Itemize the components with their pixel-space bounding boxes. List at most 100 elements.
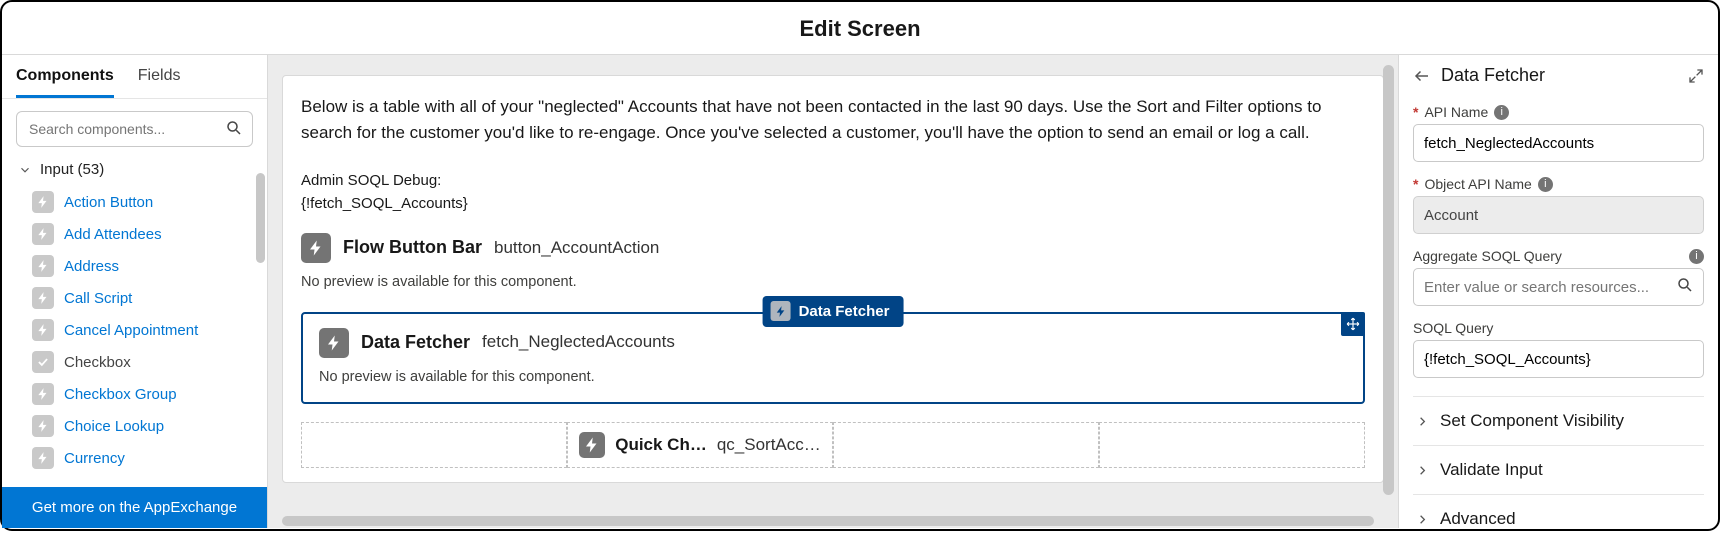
- bolt-icon: [32, 287, 54, 309]
- bolt-icon: [32, 383, 54, 405]
- list-item[interactable]: Address: [2, 250, 267, 282]
- api-name-input[interactable]: [1413, 124, 1704, 162]
- accordion-label: Advanced: [1440, 509, 1516, 529]
- move-handle-icon[interactable]: [1341, 312, 1365, 336]
- no-preview-text: No preview is available for this compone…: [319, 366, 1347, 388]
- list-item[interactable]: Checkbox: [2, 346, 267, 378]
- quick-choice-row: Quick Ch… qc_SortAcc…: [301, 422, 1365, 468]
- info-icon[interactable]: i: [1689, 249, 1704, 264]
- list-item-label: Checkbox Group: [64, 386, 177, 403]
- dropzone[interactable]: [833, 422, 1099, 468]
- bolt-icon: [32, 447, 54, 469]
- dropzone[interactable]: [301, 422, 567, 468]
- accordion: Set Component Visibility Validate Input …: [1413, 396, 1704, 543]
- scrollbar-track: [1383, 65, 1394, 518]
- soql-query-field: SOQL Query: [1413, 320, 1704, 378]
- field-label: Aggregate SOQL Query: [1413, 248, 1562, 264]
- list-item[interactable]: Checkbox Group: [2, 378, 267, 410]
- search-icon: [1676, 276, 1694, 294]
- quick-choice-cell[interactable]: Quick Ch… qc_SortAcc…: [567, 422, 833, 468]
- bolt-icon: [32, 255, 54, 277]
- selection-pill: Data Fetcher: [763, 296, 904, 327]
- list-item-label: Address: [64, 258, 119, 275]
- right-header: Data Fetcher: [1413, 65, 1704, 86]
- component-title: Quick Ch…: [615, 432, 707, 458]
- list-item-label: Choice Lookup: [64, 418, 164, 435]
- bolt-icon: [32, 191, 54, 213]
- component-list: Action Button Add Attendees Address Call…: [2, 184, 267, 487]
- description-card[interactable]: Below is a table with all of your "negle…: [282, 75, 1384, 483]
- canvas: Below is a table with all of your "negle…: [268, 55, 1398, 528]
- field-label: SOQL Query: [1413, 320, 1493, 336]
- accordion-label: Validate Input: [1440, 460, 1543, 480]
- component-instance: fetch_NeglectedAccounts: [482, 329, 675, 355]
- debug-value: {!fetch_SOQL_Accounts}: [301, 192, 1365, 215]
- flow-button-bar-row[interactable]: Flow Button Bar button_AccountAction: [301, 233, 1365, 263]
- list-item[interactable]: Choice Lookup: [2, 410, 267, 442]
- list-item-label: Action Button: [64, 194, 153, 211]
- soql-query-input[interactable]: [1413, 340, 1704, 378]
- debug-label: Admin SOQL Debug:: [301, 169, 1365, 192]
- tab-fields[interactable]: Fields: [138, 67, 181, 98]
- accordion-validate[interactable]: Validate Input: [1413, 445, 1704, 494]
- object-api-name-field: * Object API Name i: [1413, 176, 1704, 234]
- info-icon[interactable]: i: [1538, 177, 1553, 192]
- field-label: API Name: [1424, 104, 1488, 120]
- required-indicator: *: [1413, 104, 1418, 120]
- required-indicator: *: [1413, 176, 1418, 192]
- main-layout: Components Fields Input (53) Action Butt…: [2, 55, 1718, 528]
- aggregate-soql-input[interactable]: [1413, 268, 1704, 306]
- appexchange-button[interactable]: Get more on the AppExchange: [2, 487, 267, 528]
- list-item-label: Call Script: [64, 290, 132, 307]
- list-item[interactable]: Call Script: [2, 282, 267, 314]
- bolt-icon: [579, 432, 605, 458]
- list-item-label: Currency: [64, 450, 125, 467]
- accordion-label: Set Component Visibility: [1440, 411, 1624, 431]
- bolt-icon: [319, 328, 349, 358]
- list-item[interactable]: Currency: [2, 442, 267, 474]
- info-icon[interactable]: i: [1494, 105, 1509, 120]
- chevron-right-icon: [1415, 463, 1430, 478]
- back-arrow-icon[interactable]: [1413, 67, 1431, 85]
- bolt-icon: [32, 415, 54, 437]
- list-item[interactable]: Action Button: [2, 186, 267, 218]
- chevron-right-icon: [1415, 414, 1430, 429]
- chevron-down-icon: [18, 163, 32, 177]
- component-title: Data Fetcher: [361, 329, 470, 357]
- search-input[interactable]: [16, 111, 253, 147]
- object-api-name-input[interactable]: [1413, 196, 1704, 234]
- list-item[interactable]: Add Attendees: [2, 218, 267, 250]
- category-label: Input (53): [40, 161, 104, 178]
- tab-components[interactable]: Components: [16, 67, 114, 98]
- scrollbar-thumb[interactable]: [1383, 65, 1394, 495]
- bolt-icon: [32, 319, 54, 341]
- field-label: Object API Name: [1424, 176, 1531, 192]
- expand-icon[interactable]: [1688, 68, 1704, 84]
- no-preview-text: No preview is available for this compone…: [301, 271, 1365, 293]
- api-name-field: * API Name i: [1413, 104, 1704, 162]
- accordion-visibility[interactable]: Set Component Visibility: [1413, 397, 1704, 445]
- chevron-right-icon: [1415, 512, 1430, 527]
- dropzone[interactable]: [1099, 422, 1365, 468]
- pill-label: Data Fetcher: [799, 300, 890, 323]
- selected-component-wrap: Data Fetcher Data Fetcher fetch_Neglecte…: [301, 312, 1365, 404]
- list-item[interactable]: Cancel Appointment: [2, 314, 267, 346]
- search-wrap: [2, 99, 267, 155]
- description-text: Below is a table with all of your "negle…: [301, 94, 1365, 147]
- page-title: Edit Screen: [2, 2, 1718, 55]
- h-scrollbar-thumb[interactable]: [282, 516, 1374, 526]
- accordion-advanced[interactable]: Advanced: [1413, 494, 1704, 543]
- component-title: Flow Button Bar: [343, 234, 482, 262]
- component-instance: button_AccountAction: [494, 235, 659, 261]
- scrollbar-thumb[interactable]: [256, 173, 265, 263]
- right-panel: Data Fetcher * API Name i * Object API N…: [1398, 55, 1718, 528]
- bolt-icon: [301, 233, 331, 263]
- category-input[interactable]: Input (53): [2, 155, 267, 184]
- aggregate-soql-field: Aggregate SOQL Query i: [1413, 248, 1704, 306]
- bolt-icon: [771, 301, 791, 321]
- panel-title: Data Fetcher: [1441, 65, 1545, 86]
- list-item-label: Add Attendees: [64, 226, 162, 243]
- bolt-icon: [32, 223, 54, 245]
- left-panel: Components Fields Input (53) Action Butt…: [2, 55, 268, 528]
- list-item-label: Checkbox: [64, 354, 131, 371]
